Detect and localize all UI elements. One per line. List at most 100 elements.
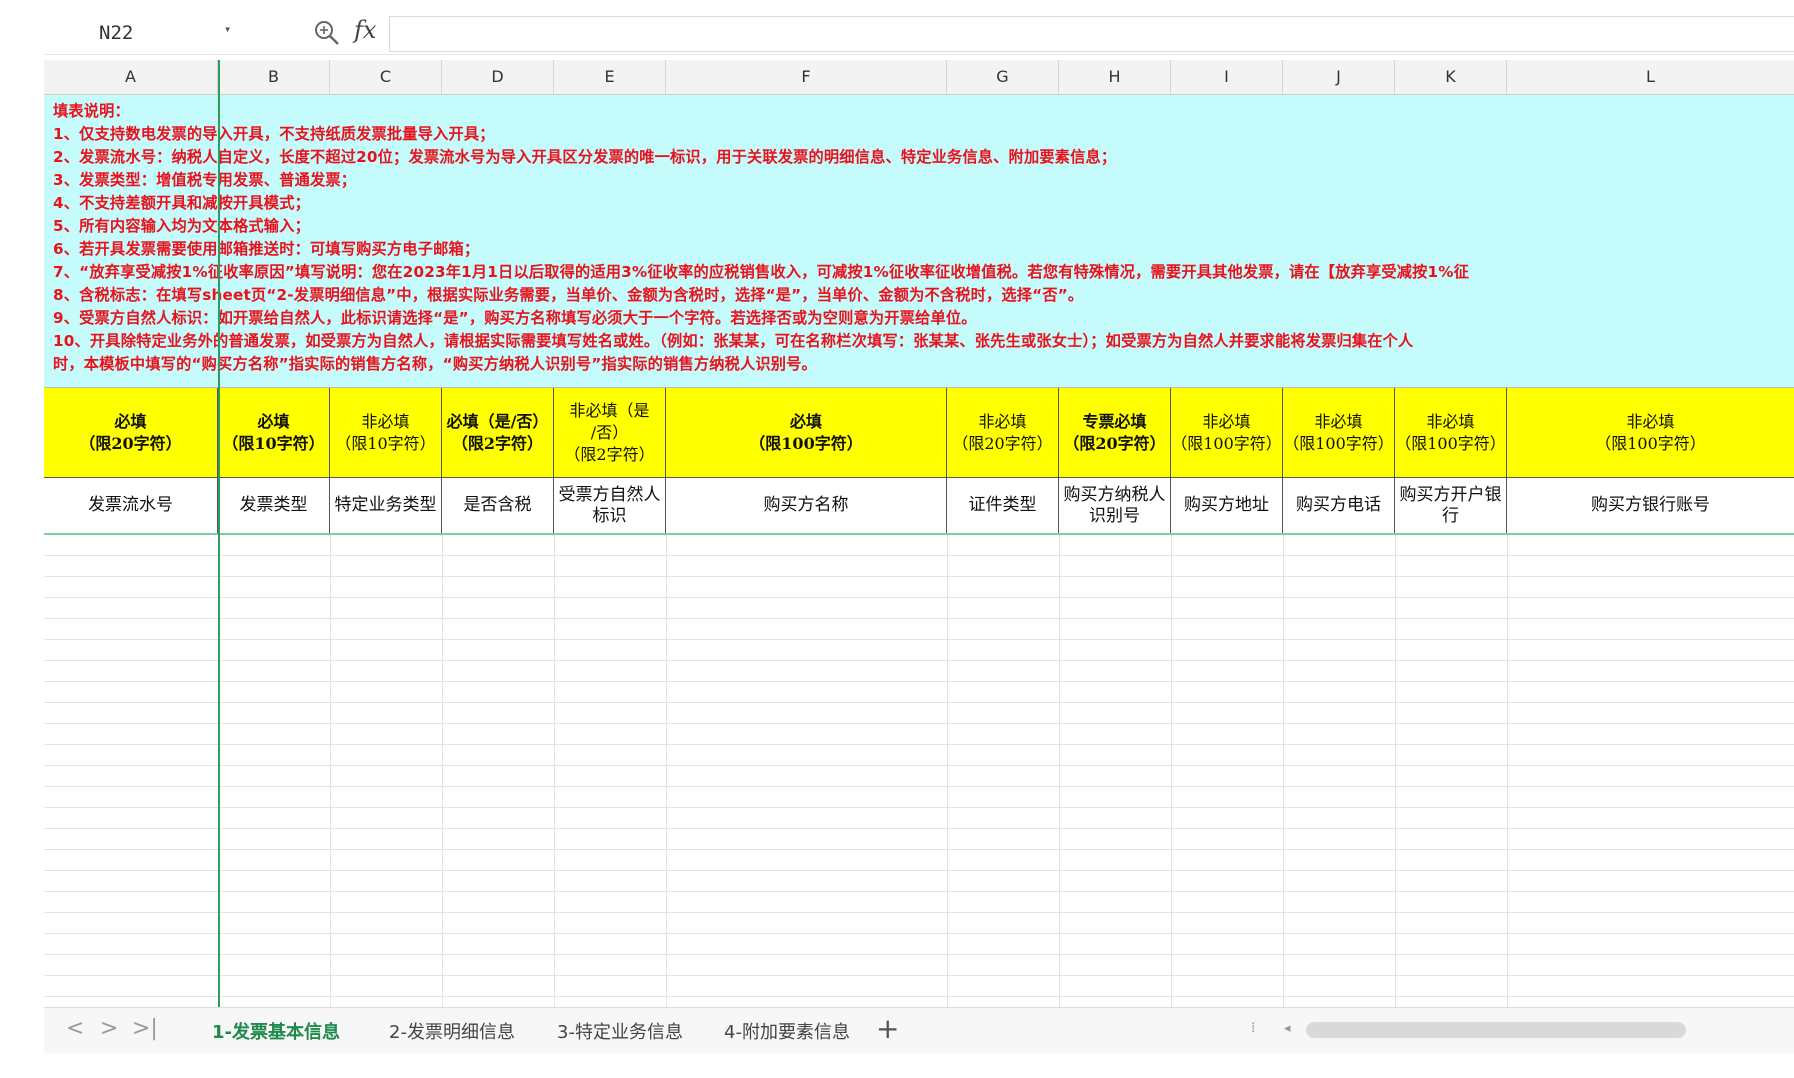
requirement-line: 必填 — [789, 411, 822, 431]
column-header-j[interactable]: J — [1283, 60, 1395, 94]
requirement-line: （限2字符） — [564, 444, 655, 464]
field-label-row: 发票流水号 发票类型 特定业务类型 是否含税 受票方自然人标识 购买方名称 证件… — [44, 478, 1794, 535]
field-label-cell[interactable]: 购买方银行账号 — [1507, 478, 1794, 533]
requirement-line: 非必填 — [1314, 411, 1363, 431]
column-header-a[interactable]: A — [44, 60, 218, 94]
requirement-cell[interactable]: 非必填（是/否） （限2字符） — [554, 388, 666, 478]
field-label-cell[interactable]: 购买方纳税人识别号 — [1059, 478, 1171, 533]
instruction-line: 填表说明： — [53, 102, 130, 120]
field-label-cell[interactable]: 购买方地址 — [1171, 478, 1283, 533]
grid-row-line — [44, 975, 1794, 976]
column-header-k[interactable]: K — [1395, 60, 1507, 94]
scrollbar-thumb[interactable] — [1306, 1022, 1686, 1038]
grid-column-line — [1507, 535, 1508, 1007]
sheet-tab-2[interactable]: 2-发票明细信息 — [389, 1018, 515, 1044]
status-bar — [44, 1053, 1794, 1078]
zoom-icon[interactable] — [312, 18, 342, 48]
name-box[interactable]: N22 ▾ — [44, 16, 240, 50]
field-label-cell[interactable]: 购买方电话 — [1283, 478, 1395, 533]
field-label-cell[interactable]: 发票流水号 — [44, 478, 218, 533]
grid-row-line — [44, 891, 1794, 892]
add-sheet-button[interactable]: + — [876, 1012, 899, 1045]
requirement-cell[interactable]: 非必填 （限10字符） — [330, 388, 442, 478]
grid-row-line — [44, 576, 1794, 577]
requirement-cell[interactable]: 必填 （限20字符） — [44, 388, 218, 478]
prev-sheet-icon[interactable]: < — [66, 1016, 84, 1041]
cell-grid[interactable] — [44, 535, 1794, 1007]
scroll-left-icon[interactable]: ◂ — [1284, 1021, 1291, 1036]
chevron-down-icon[interactable]: ▾ — [224, 22, 231, 36]
grid-row-line — [44, 912, 1794, 913]
column-header-c[interactable]: C — [330, 60, 442, 94]
grid-column-line — [554, 535, 555, 1007]
field-label-cell[interactable]: 发票类型 — [218, 478, 330, 533]
last-sheet-icon[interactable]: >| — [132, 1016, 158, 1041]
column-header-l[interactable]: L — [1507, 60, 1794, 94]
instruction-line: 10、开具除特定业务外的普通发票，如受票方为自然人，请根据实际需要填写姓名或姓。… — [53, 332, 1414, 350]
requirement-line: 必填 — [114, 411, 147, 431]
requirement-cell[interactable]: 非必填 （限100字符） — [1507, 388, 1794, 478]
field-label-cell[interactable]: 购买方开户银行 — [1395, 478, 1507, 533]
column-header-d[interactable]: D — [442, 60, 554, 94]
instruction-line: 6、若开具发票需要使用邮箱推送时：可填写购买方电子邮箱； — [53, 240, 480, 258]
scroll-grip-icon[interactable]: ⁞ — [1251, 1020, 1255, 1036]
requirement-cell[interactable]: 专票必填 （限20字符） — [1059, 388, 1171, 478]
horizontal-scrollbar[interactable]: ⁞ ◂ — [1251, 1020, 1794, 1040]
requirement-cell[interactable]: 非必填 （限100字符） — [1395, 388, 1507, 478]
grid-row-line — [44, 702, 1794, 703]
column-header-i[interactable]: I — [1171, 60, 1283, 94]
requirement-line: （限20字符） — [1063, 433, 1166, 453]
grid-column-line — [1283, 535, 1284, 1007]
sheet-tab-bar: < > >| 1-发票基本信息 2-发票明细信息 3-特定业务信息 4-附加要素… — [44, 1007, 1794, 1054]
column-header-h[interactable]: H — [1059, 60, 1171, 94]
fx-icon[interactable]: fx — [354, 16, 376, 44]
column-header-e[interactable]: E — [554, 60, 666, 94]
requirement-line: 专票必填 — [1082, 411, 1147, 431]
requirement-line: （限20字符） — [79, 433, 182, 453]
name-box-value: N22 — [99, 22, 134, 44]
sheet-tab-4[interactable]: 4-附加要素信息 — [724, 1018, 850, 1044]
requirement-line: （限20字符） — [952, 433, 1053, 453]
requirement-cell[interactable]: 必填 （限10字符） — [218, 388, 330, 478]
requirement-cell[interactable]: 必填（是/否） （限2字符） — [442, 388, 554, 478]
requirement-line: （限100字符） — [1171, 433, 1282, 453]
column-header-row: A B C D E F G H I J K L — [44, 60, 1794, 95]
field-label-cell[interactable]: 特定业务类型 — [330, 478, 442, 533]
grid-row-line — [44, 870, 1794, 871]
field-label-cell[interactable]: 是否含税 — [442, 478, 554, 533]
grid-row-line — [44, 807, 1794, 808]
grid-row-line — [44, 996, 1794, 997]
next-sheet-icon[interactable]: > — [100, 1016, 118, 1041]
requirement-line: 非必填 — [361, 411, 410, 431]
requirement-line: 非必填 — [1626, 411, 1675, 431]
requirement-cell[interactable]: 必填 （限100字符） — [666, 388, 947, 478]
column-header-b[interactable]: B — [218, 60, 330, 94]
column-header-g[interactable]: G — [947, 60, 1059, 94]
sheet-tab-3[interactable]: 3-特定业务信息 — [557, 1018, 683, 1044]
requirement-cell[interactable]: 非必填 （限100字符） — [1171, 388, 1283, 478]
instruction-line: 7、“放弃享受减按1%征收率原因”填写说明：您在2023年1月1日以后取得的适用… — [53, 263, 1470, 281]
field-label-cell[interactable]: 证件类型 — [947, 478, 1059, 533]
formula-input[interactable] — [389, 16, 1794, 52]
grid-column-line — [1171, 535, 1172, 1007]
grid-column-line — [1395, 535, 1396, 1007]
instruction-line: 5、所有内容输入均为文本格式输入； — [53, 217, 310, 235]
grid-row-line — [44, 933, 1794, 934]
sheet-tab-1[interactable]: 1-发票基本信息 — [212, 1018, 340, 1044]
instruction-cell[interactable]: 填表说明： 1、仅支持数电发票的导入开具，不支持纸质发票批量导入开具； 2、发票… — [44, 95, 1794, 388]
field-label-cell[interactable]: 购买方名称 — [666, 478, 947, 533]
grid-row-line — [44, 618, 1794, 619]
column-header-f[interactable]: F — [666, 60, 947, 94]
grid-row-line — [44, 954, 1794, 955]
requirement-cell[interactable]: 非必填 （限20字符） — [947, 388, 1059, 478]
instruction-line: 4、不支持差额开具和减按开具模式； — [53, 194, 310, 212]
requirement-cell[interactable]: 非必填 （限100字符） — [1283, 388, 1395, 478]
field-label-cell[interactable]: 受票方自然人标识 — [554, 478, 666, 533]
requirement-line: （限2字符） — [451, 433, 544, 453]
requirement-line: （限100字符） — [1395, 433, 1506, 453]
grid-column-line — [1059, 535, 1060, 1007]
grid-row-line — [44, 597, 1794, 598]
requirement-line: （限100字符） — [1283, 433, 1394, 453]
requirement-line: 非必填 — [1202, 411, 1251, 431]
grid-row-line — [44, 849, 1794, 850]
